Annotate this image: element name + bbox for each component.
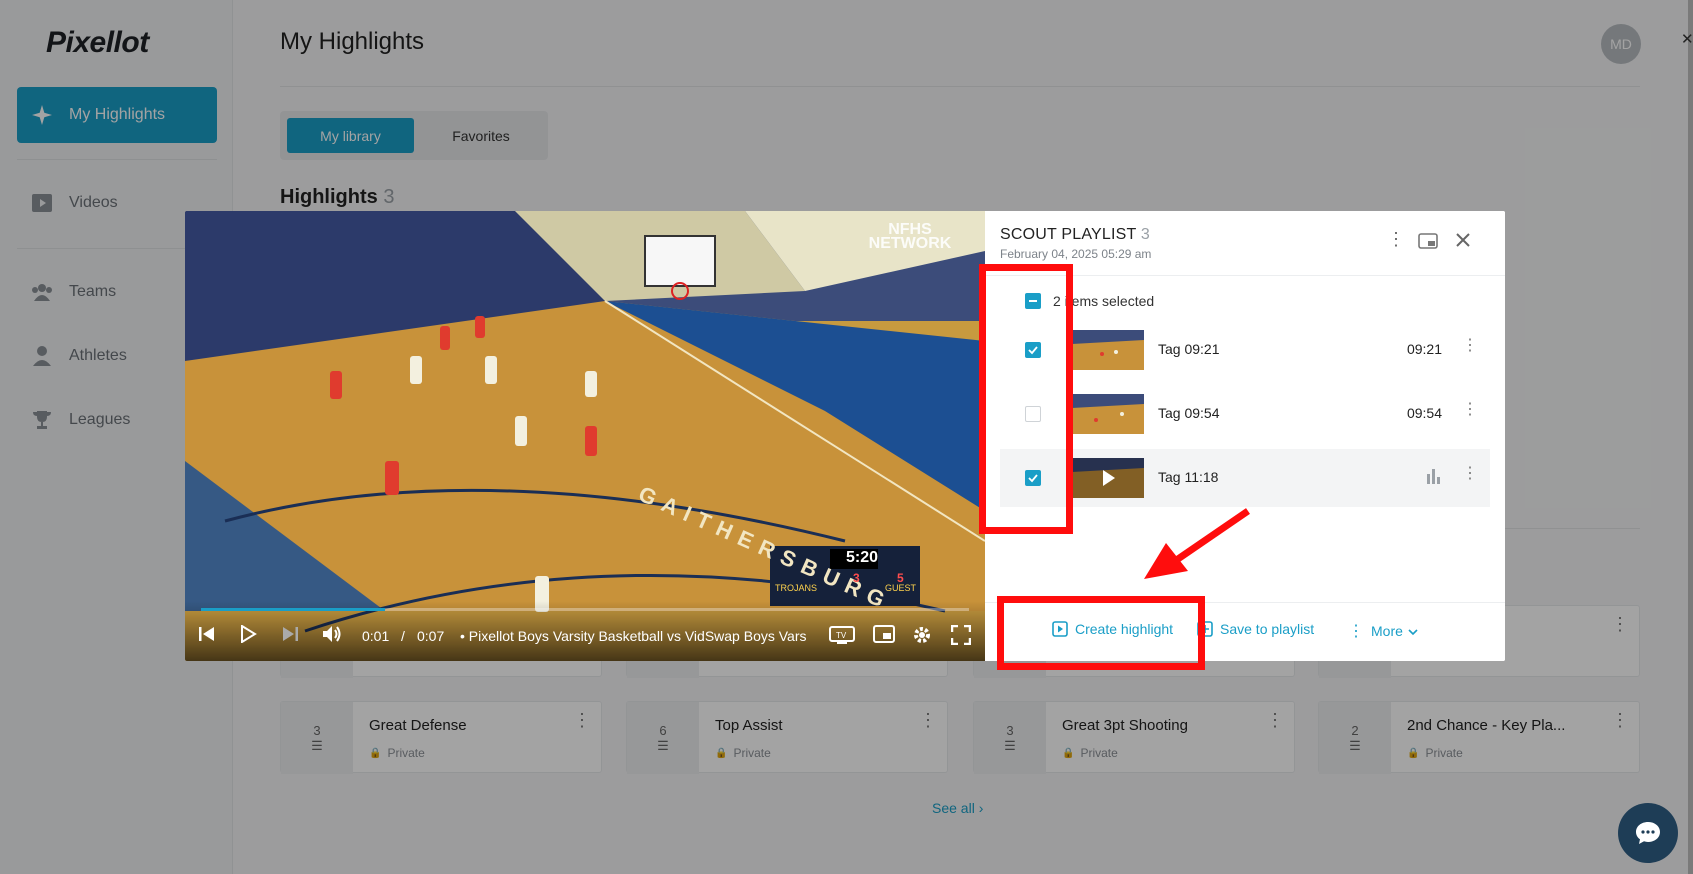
minimize-player-icon[interactable] — [1418, 233, 1438, 249]
clip-row-playing[interactable]: Tag 11:18 ⋮ — [1000, 449, 1490, 507]
settings-gear-icon[interactable] — [912, 625, 932, 645]
skip-previous-icon[interactable] — [198, 625, 216, 643]
volume-icon[interactable] — [322, 625, 342, 643]
scoreboard-away-score: 5 — [897, 571, 904, 585]
picture-in-picture-icon[interactable] — [873, 625, 895, 643]
current-time: 0:01 — [362, 628, 390, 644]
more-vertical-icon[interactable]: ⋮ — [1462, 335, 1478, 355]
chat-support-button[interactable] — [1618, 803, 1678, 863]
tv-cast-icon[interactable]: TV — [829, 625, 855, 645]
scoreboard-clock: 5:20 — [846, 549, 879, 566]
video-progress-bar[interactable] — [201, 608, 969, 611]
scoreboard-home-score: 3 — [853, 571, 860, 585]
clip-row[interactable]: Tag 09:54 09:54 ⋮ — [1000, 385, 1490, 443]
clip-thumbnail — [1072, 394, 1144, 434]
playlist-modal: NFHS NETWORK GAITHERSBURG 5:20 TROJANS G… — [185, 211, 1505, 661]
clip-name: Tag 09:54 — [1158, 405, 1220, 421]
now-playing-bars-icon — [1426, 468, 1442, 489]
playlist-title-text: SCOUT PLAYLIST — [1000, 226, 1137, 243]
playlist-title: SCOUT PLAYLIST 3 — [1000, 226, 1150, 244]
more-vertical-icon[interactable]: ⋮ — [1462, 463, 1478, 483]
annotation-arrow — [1144, 508, 1250, 579]
more-vertical-icon[interactable]: ⋮ — [1387, 229, 1405, 250]
clip-thumbnail — [1072, 330, 1144, 370]
chevron-down-icon — [1408, 623, 1418, 639]
duration: 0:07 — [417, 628, 445, 644]
clip-name: Tag 11:18 — [1158, 469, 1219, 485]
scoreboard-home: TROJANS — [775, 583, 818, 593]
skip-next-icon[interactable] — [281, 625, 299, 643]
time-separator: / — [401, 628, 405, 644]
video-title: • Pixellot Boys Varsity Basketball vs Vi… — [460, 628, 807, 644]
window-close-icon[interactable]: ✕ — [1681, 30, 1693, 48]
clip-thumbnail — [1072, 458, 1144, 498]
more-button[interactable]: ⋮ More — [1348, 621, 1418, 641]
svg-text:TV: TV — [836, 631, 847, 640]
annotation-checkbox-highlight — [979, 264, 1073, 534]
video-player[interactable]: NFHS NETWORK GAITHERSBURG 5:20 TROJANS G… — [185, 211, 985, 661]
clip-row[interactable]: Tag 09:21 09:21 ⋮ — [1000, 321, 1490, 379]
annotation-create-highlight — [997, 596, 1205, 670]
more-vertical-icon: ⋮ — [1348, 623, 1364, 640]
playlist-count: 3 — [1140, 226, 1150, 243]
clip-time: 09:54 — [1406, 405, 1442, 421]
chat-bubble-icon — [1636, 822, 1660, 844]
close-icon[interactable] — [1455, 232, 1471, 248]
clip-time: 09:21 — [1406, 341, 1442, 357]
clip-name: Tag 09:21 — [1158, 341, 1220, 357]
play-icon[interactable] — [239, 625, 257, 643]
video-progress-fill — [201, 608, 386, 611]
playlist-date: February 04, 2025 05:29 am — [1000, 247, 1152, 261]
nfhs-watermark: NFHS NETWORK — [868, 221, 952, 252]
save-to-playlist-button[interactable]: Save to playlist — [1197, 621, 1314, 637]
fullscreen-icon[interactable] — [951, 625, 971, 645]
more-vertical-icon[interactable]: ⋮ — [1462, 399, 1478, 419]
